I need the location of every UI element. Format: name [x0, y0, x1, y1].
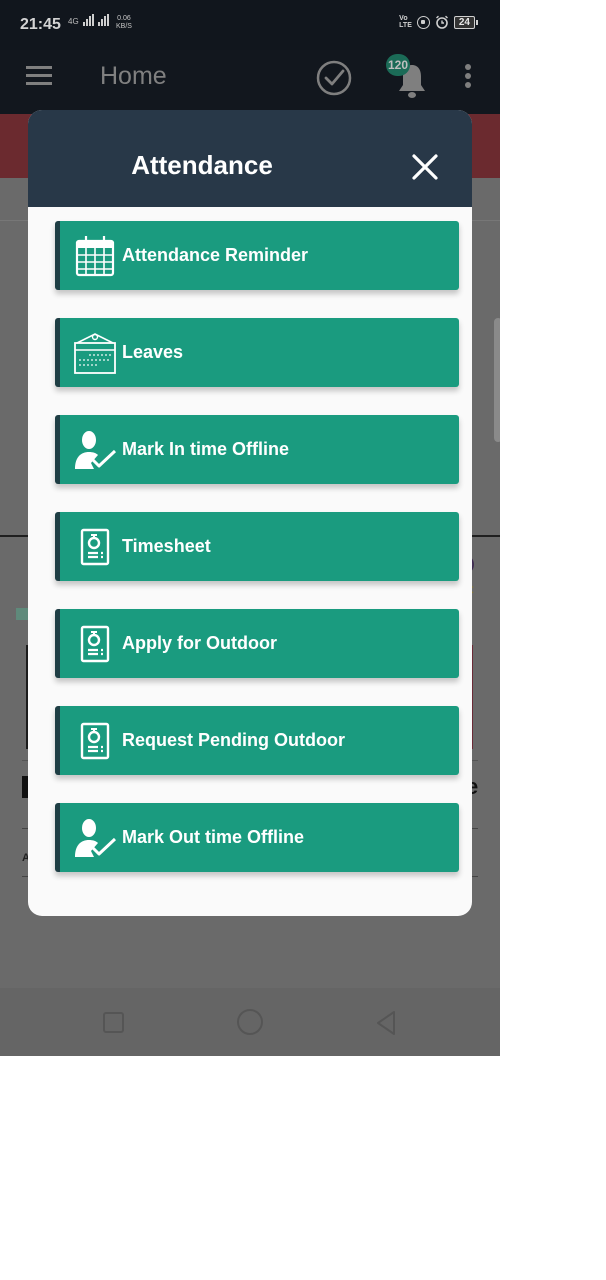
- menu-item-label: Mark In time Offline: [122, 439, 290, 459]
- attendance-dialog: Attendance Attendance Reminder Leaves Ma…: [28, 110, 472, 916]
- menu-item-label: Leaves: [122, 342, 184, 362]
- overflow-menu-icon[interactable]: [464, 64, 472, 90]
- alarm-icon: [435, 15, 448, 29]
- status-time: 21:45: [20, 16, 61, 33]
- signal-2-icon: [97, 14, 109, 26]
- menu-item-mark-out-time-offline[interactable]: Mark Out time Offline: [55, 803, 459, 872]
- home-button[interactable]: [237, 1009, 263, 1035]
- menu-item-label: Mark Out time Offline: [122, 827, 305, 847]
- network-speed: 0.06 KB/S: [116, 15, 132, 31]
- volte-line1: Vo: [399, 15, 408, 22]
- network-indicator: 4G: [68, 14, 109, 26]
- dialog-header: Attendance: [28, 110, 472, 207]
- check-circle-icon[interactable]: [316, 60, 352, 96]
- close-icon[interactable]: [408, 150, 442, 184]
- dialog-title: Attendance: [131, 150, 273, 180]
- menu-item-timesheet[interactable]: Timesheet: [55, 512, 459, 581]
- menu-item-label: Apply for Outdoor: [122, 633, 277, 653]
- stopwatch-document-icon: [72, 524, 118, 570]
- user-check-icon: [72, 427, 118, 473]
- volte-line2: LTE: [399, 22, 412, 29]
- speed-unit: KB/S: [116, 23, 132, 30]
- status-icons: Vo LTE 24: [399, 15, 478, 29]
- menu-item-apply-for-outdoor[interactable]: Apply for Outdoor: [55, 609, 459, 678]
- back-button[interactable]: [374, 1010, 398, 1036]
- attendance-menu: Attendance Reminder Leaves Mark In time …: [55, 221, 459, 900]
- recent-apps-button[interactable]: [103, 1012, 124, 1033]
- menu-item-leaves[interactable]: Leaves: [55, 318, 459, 387]
- menu-item-label: Attendance Reminder: [122, 245, 309, 265]
- battery-level: 24: [453, 15, 475, 29]
- menu-icon[interactable]: [26, 66, 52, 86]
- menu-item-label: Request Pending Outdoor: [122, 730, 345, 750]
- notifications-button[interactable]: 120: [386, 54, 430, 102]
- signal-1-icon: [82, 14, 94, 26]
- calendar-grid-icon: [72, 233, 118, 279]
- network-type: 4G: [68, 17, 79, 26]
- user-check-icon: [72, 815, 118, 861]
- background-scrollbar: [494, 318, 500, 442]
- menu-item-mark-in-time-offline[interactable]: Mark In time Offline: [55, 415, 459, 484]
- stopwatch-document-icon: [72, 718, 118, 764]
- phone-screen: 21:45 4G 0.06 KB/S Vo LTE 24 Home 120 e …: [0, 0, 500, 1056]
- volte-icon: Vo LTE: [399, 15, 412, 29]
- battery-icon: 24: [453, 15, 478, 29]
- speed-value: 0.06: [117, 15, 131, 22]
- rotation-lock-icon: [416, 15, 430, 29]
- background-legend-swatch: [16, 608, 28, 620]
- notification-badge: 120: [386, 54, 411, 76]
- status-bar: 21:45 4G 0.06 KB/S Vo LTE 24: [0, 0, 500, 50]
- app-bar: Home 120: [0, 50, 500, 114]
- page-title: Home: [100, 62, 167, 90]
- menu-item-request-pending-outdoor[interactable]: Request Pending Outdoor: [55, 706, 459, 775]
- wall-calendar-icon: [72, 330, 118, 376]
- stopwatch-document-icon: [72, 621, 118, 667]
- system-nav-bar: [0, 988, 500, 1056]
- menu-item-label: Timesheet: [122, 536, 211, 556]
- menu-item-attendance-reminder[interactable]: Attendance Reminder: [55, 221, 459, 290]
